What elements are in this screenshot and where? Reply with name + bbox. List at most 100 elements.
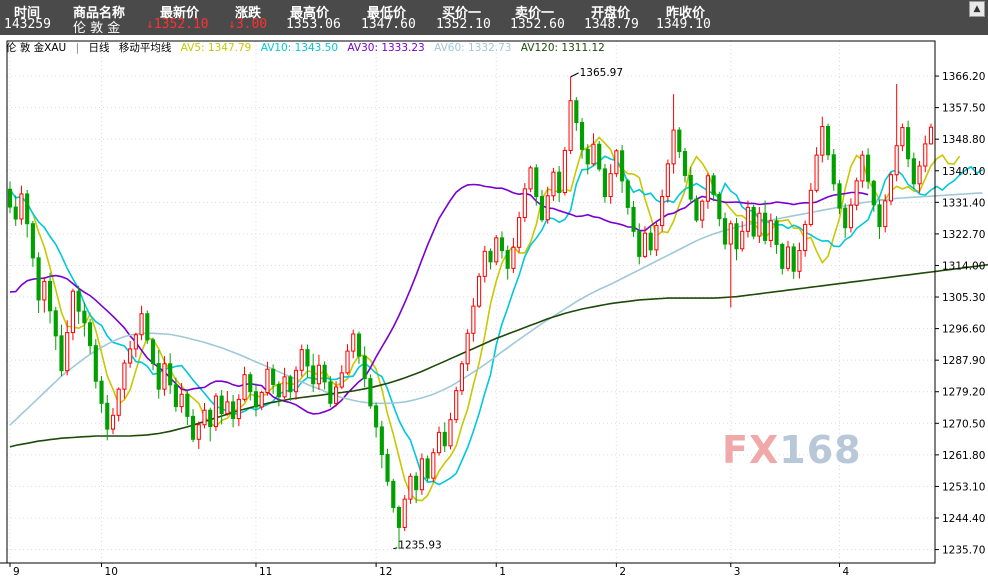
- candle: [47, 272, 53, 324]
- candle: [408, 473, 413, 504]
- candle: [511, 237, 516, 274]
- candle: [825, 123, 831, 160]
- candle: [900, 123, 905, 152]
- candle: [717, 191, 722, 227]
- candle-body: [202, 409, 207, 426]
- candle-body: [30, 223, 35, 259]
- candle-body: [196, 424, 201, 440]
- indicator-legend: 伦 敦 金XAU | 日线 移动平均线 AV5: 1347.79 AV10: 1…: [6, 42, 605, 54]
- candle: [814, 147, 819, 193]
- candle-body: [505, 250, 510, 269]
- candle: [768, 213, 773, 248]
- candle: [751, 204, 756, 240]
- candle-body: [150, 339, 156, 364]
- y-tick-label: 1287.90: [942, 355, 985, 367]
- candle: [677, 127, 682, 159]
- candle-body: [528, 167, 533, 190]
- candle-body: [316, 364, 321, 385]
- candle-body: [236, 398, 241, 420]
- candle-body: [848, 204, 853, 229]
- y-tick-label: 1314.00: [942, 260, 985, 272]
- candle-body: [99, 380, 104, 404]
- candle: [728, 220, 733, 308]
- candle: [614, 148, 619, 177]
- candle: [65, 320, 70, 376]
- logo-fx-part: FX: [722, 428, 780, 472]
- candle: [288, 374, 293, 401]
- candle-body: [471, 305, 476, 334]
- candle: [110, 408, 116, 435]
- candle-body: [751, 206, 756, 237]
- candle-body: [162, 363, 167, 390]
- candle: [808, 183, 813, 227]
- candle: [877, 199, 882, 239]
- y-tick-label: 1261.80: [942, 450, 985, 462]
- candle: [568, 76, 573, 155]
- fx168-logo: FX168: [722, 428, 862, 472]
- candle: [557, 166, 562, 202]
- candle-body: [803, 223, 808, 252]
- candle: [494, 234, 499, 266]
- candle-body: [110, 414, 116, 430]
- candle: [339, 365, 344, 390]
- candle: [76, 285, 81, 324]
- candle-body: [339, 372, 344, 388]
- candle: [88, 318, 93, 354]
- x-tick-label: 4: [842, 566, 849, 577]
- candle-body: [608, 173, 613, 198]
- candle-body: [866, 154, 871, 182]
- candle-body: [791, 246, 796, 272]
- candle: [42, 277, 47, 313]
- candle-body: [854, 180, 859, 206]
- candle-body: [19, 193, 24, 220]
- candle-body: [42, 280, 47, 301]
- candle-body: [494, 237, 499, 263]
- candle: [374, 402, 379, 438]
- candle: [522, 183, 527, 222]
- candle: [911, 152, 916, 190]
- candle-body: [722, 218, 728, 245]
- candle-body: [70, 290, 75, 334]
- candle-body: [448, 419, 453, 447]
- candle-body: [482, 250, 487, 277]
- legend-av30: AV30: 1333.23: [347, 42, 425, 54]
- candle: [471, 298, 476, 342]
- candle: [19, 185, 24, 225]
- candle: [745, 200, 751, 238]
- candle: [757, 207, 762, 243]
- candle-body: [602, 168, 608, 198]
- candle: [190, 409, 196, 443]
- candle-body: [814, 154, 819, 191]
- candle: [539, 189, 545, 223]
- legend-av5: AV5: 1347.79: [180, 42, 252, 54]
- candle: [431, 448, 436, 483]
- candle: [734, 217, 739, 261]
- candle: [482, 245, 487, 283]
- candle: [150, 337, 156, 371]
- candle-body: [488, 250, 493, 263]
- y-tick-label: 1366.20: [942, 71, 985, 83]
- candle: [854, 177, 859, 211]
- candle: [196, 421, 201, 450]
- legend-symbol: 伦 敦 金XAU: [6, 42, 67, 54]
- candle-body: [820, 125, 825, 156]
- candle-body: [688, 174, 693, 200]
- y-tick-label: 1340.10: [942, 166, 985, 178]
- x-tick-label: 12: [379, 566, 392, 577]
- candle: [820, 116, 825, 163]
- candle: [517, 211, 522, 253]
- candle-body: [65, 332, 70, 372]
- candle: [59, 324, 64, 377]
- candle-body: [431, 452, 436, 479]
- candle-body: [328, 381, 333, 404]
- candle-body: [59, 335, 64, 372]
- candle-body: [25, 193, 30, 225]
- candle: [562, 147, 567, 196]
- candle-body: [911, 158, 916, 185]
- candle-body: [391, 480, 396, 508]
- candle: [99, 376, 104, 413]
- candle-body: [637, 230, 642, 257]
- candle-body: [396, 506, 402, 528]
- candle: [345, 344, 350, 375]
- candle: [722, 212, 728, 250]
